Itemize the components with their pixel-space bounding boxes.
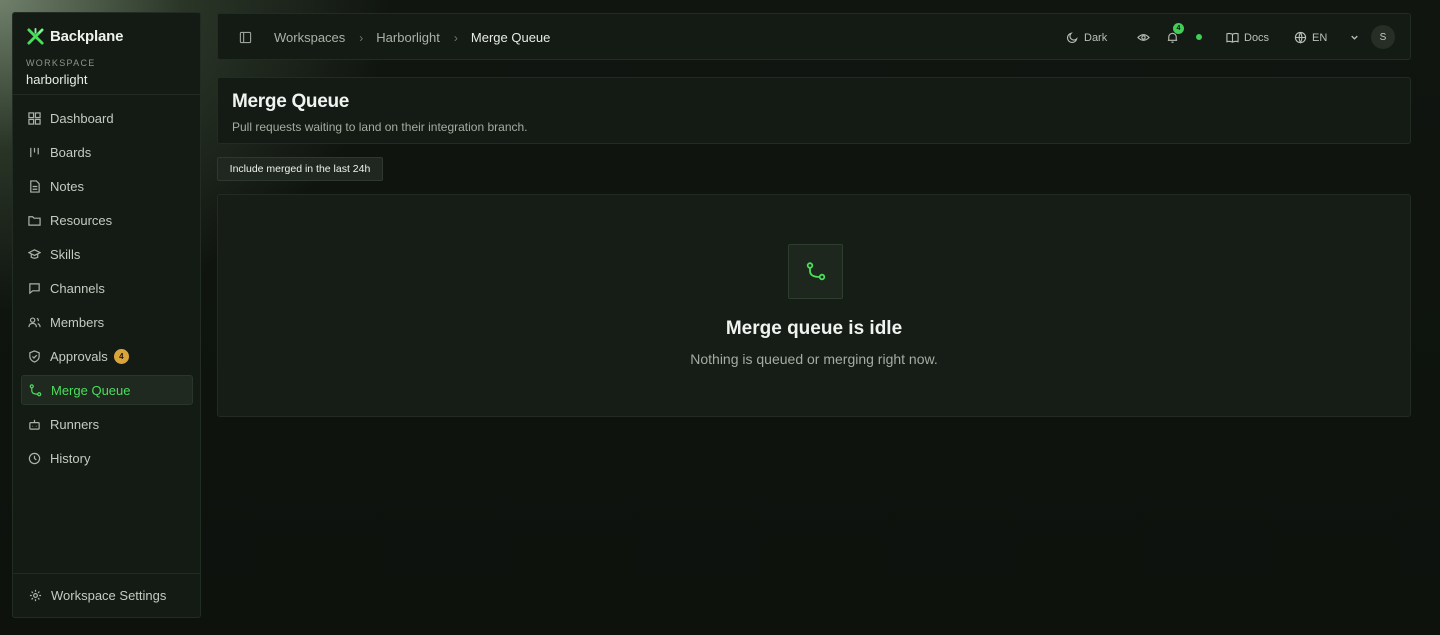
approvals-count-badge: 4 [113,348,129,364]
sidebar-item-label: History [50,450,91,466]
sidebar-item-label: Runners [50,416,100,432]
sidebar-item-label: Members [50,314,105,330]
theme-toggle-button[interactable]: Dark [1066,14,1107,61]
notification-count-badge: 4 [1173,23,1184,34]
git-merge-icon [29,383,42,396]
empty-state-title: Merge queue is idle [725,318,903,339]
sidebar-item-label: Merge Queue [51,382,131,398]
visibility-button[interactable] [1137,14,1150,61]
sidebar-item-notes[interactable]: Notes [21,171,193,201]
sidebar-item-runners[interactable]: Runners [21,409,193,439]
message-square-icon [29,282,40,294]
topbar-actions: Dark 4 Docs EN S [1050,14,1410,61]
top-bar: Workspaces › Harborlight › Merge Queue D… [217,13,1411,60]
sidebar-item-label: Resources [50,212,113,228]
bot-icon [29,419,40,430]
docs-label: Docs [1244,31,1270,44]
empty-state-message: Nothing is queued or merging right now. [690,351,938,367]
notes-icon [30,179,40,193]
sidebar-item-approvals[interactable]: Approvals 4 [21,341,193,371]
empty-state-icon-box [788,244,843,299]
brand-name: Backplane [50,28,124,45]
page-subtitle: Pull requests waiting to land on their i… [232,120,528,134]
git-merge-icon [806,261,825,280]
globe-icon [1294,31,1307,44]
sidebar-item-channels[interactable]: Channels [21,273,193,303]
eye-icon [1137,34,1150,41]
workspace-settings-link[interactable]: Workspace Settings [29,588,166,603]
breadcrumb-current: Merge Queue [470,30,551,45]
chevron-right-icon: › [359,30,364,45]
sidebar-item-dashboard[interactable]: Dashboard [21,103,193,133]
language-selector[interactable]: EN [1294,14,1327,61]
language-label: EN [1312,31,1328,44]
sidebar-item-label: Channels [50,280,105,296]
brand[interactable]: Backplane [26,27,123,46]
docs-button[interactable]: Docs [1226,14,1269,61]
sidebar-item-merge-queue[interactable]: Merge Queue [21,375,193,405]
sidebar-item-label: Approvals [50,348,108,364]
sidebar-toggle-icon[interactable] [239,31,252,44]
status-indicator [1196,34,1202,40]
sidebar-item-resources[interactable]: Resources [21,205,193,235]
workspace-label: WORKSPACE [26,58,96,68]
sidebar-item-label: Dashboard [50,110,114,126]
chevron-right-icon: › [453,30,458,45]
page-header: Merge Queue Pull requests waiting to lan… [217,77,1411,144]
workspace-name[interactable]: harborlight [26,72,87,87]
sidebar-item-label: Skills [50,246,81,262]
dashboard-icon [28,111,41,125]
sidebar: Backplane WORKSPACE harborlight Dashboar… [12,12,201,618]
users-icon [28,316,41,327]
sidebar-item-label: Boards [50,144,92,160]
account-menu-toggle[interactable] [1348,14,1361,61]
folder-icon [28,215,41,226]
sidebar-item-boards[interactable]: Boards [21,137,193,167]
sidebar-nav: Dashboard Boards Notes Resources Skills … [21,103,193,477]
sidebar-item-history[interactable]: History [21,443,193,473]
sidebar-item-label: Notes [50,178,84,194]
sidebar-divider [13,94,200,95]
sidebar-item-skills[interactable]: Skills [21,239,193,269]
graduation-cap-icon [28,248,41,259]
workspace-settings-label: Workspace Settings [51,588,167,603]
include-merged-toggle[interactable]: Include merged in the last 24h [217,157,383,181]
notifications-button[interactable] [1166,14,1179,61]
boards-icon [30,147,39,157]
page-title: Merge Queue [232,91,350,112]
chevron-down-icon [1351,35,1358,40]
theme-label: Dark [1084,31,1108,44]
book-open-icon [1226,32,1239,43]
gear-icon [29,589,42,602]
moon-icon [1066,32,1078,44]
shield-check-icon [29,349,40,363]
breadcrumb: Workspaces › Harborlight › Merge Queue [274,30,550,45]
breadcrumb-workspaces[interactable]: Workspaces [274,30,345,45]
sidebar-item-members[interactable]: Members [21,307,193,337]
breadcrumb-harborlight[interactable]: Harborlight [376,30,440,45]
backplane-logo-icon [27,27,44,45]
sidebar-bottom-divider [13,573,200,574]
clock-icon [28,452,41,464]
avatar[interactable]: S [1371,25,1395,49]
merge-queue-empty-state: Merge queue is idle Nothing is queued or… [217,194,1411,417]
